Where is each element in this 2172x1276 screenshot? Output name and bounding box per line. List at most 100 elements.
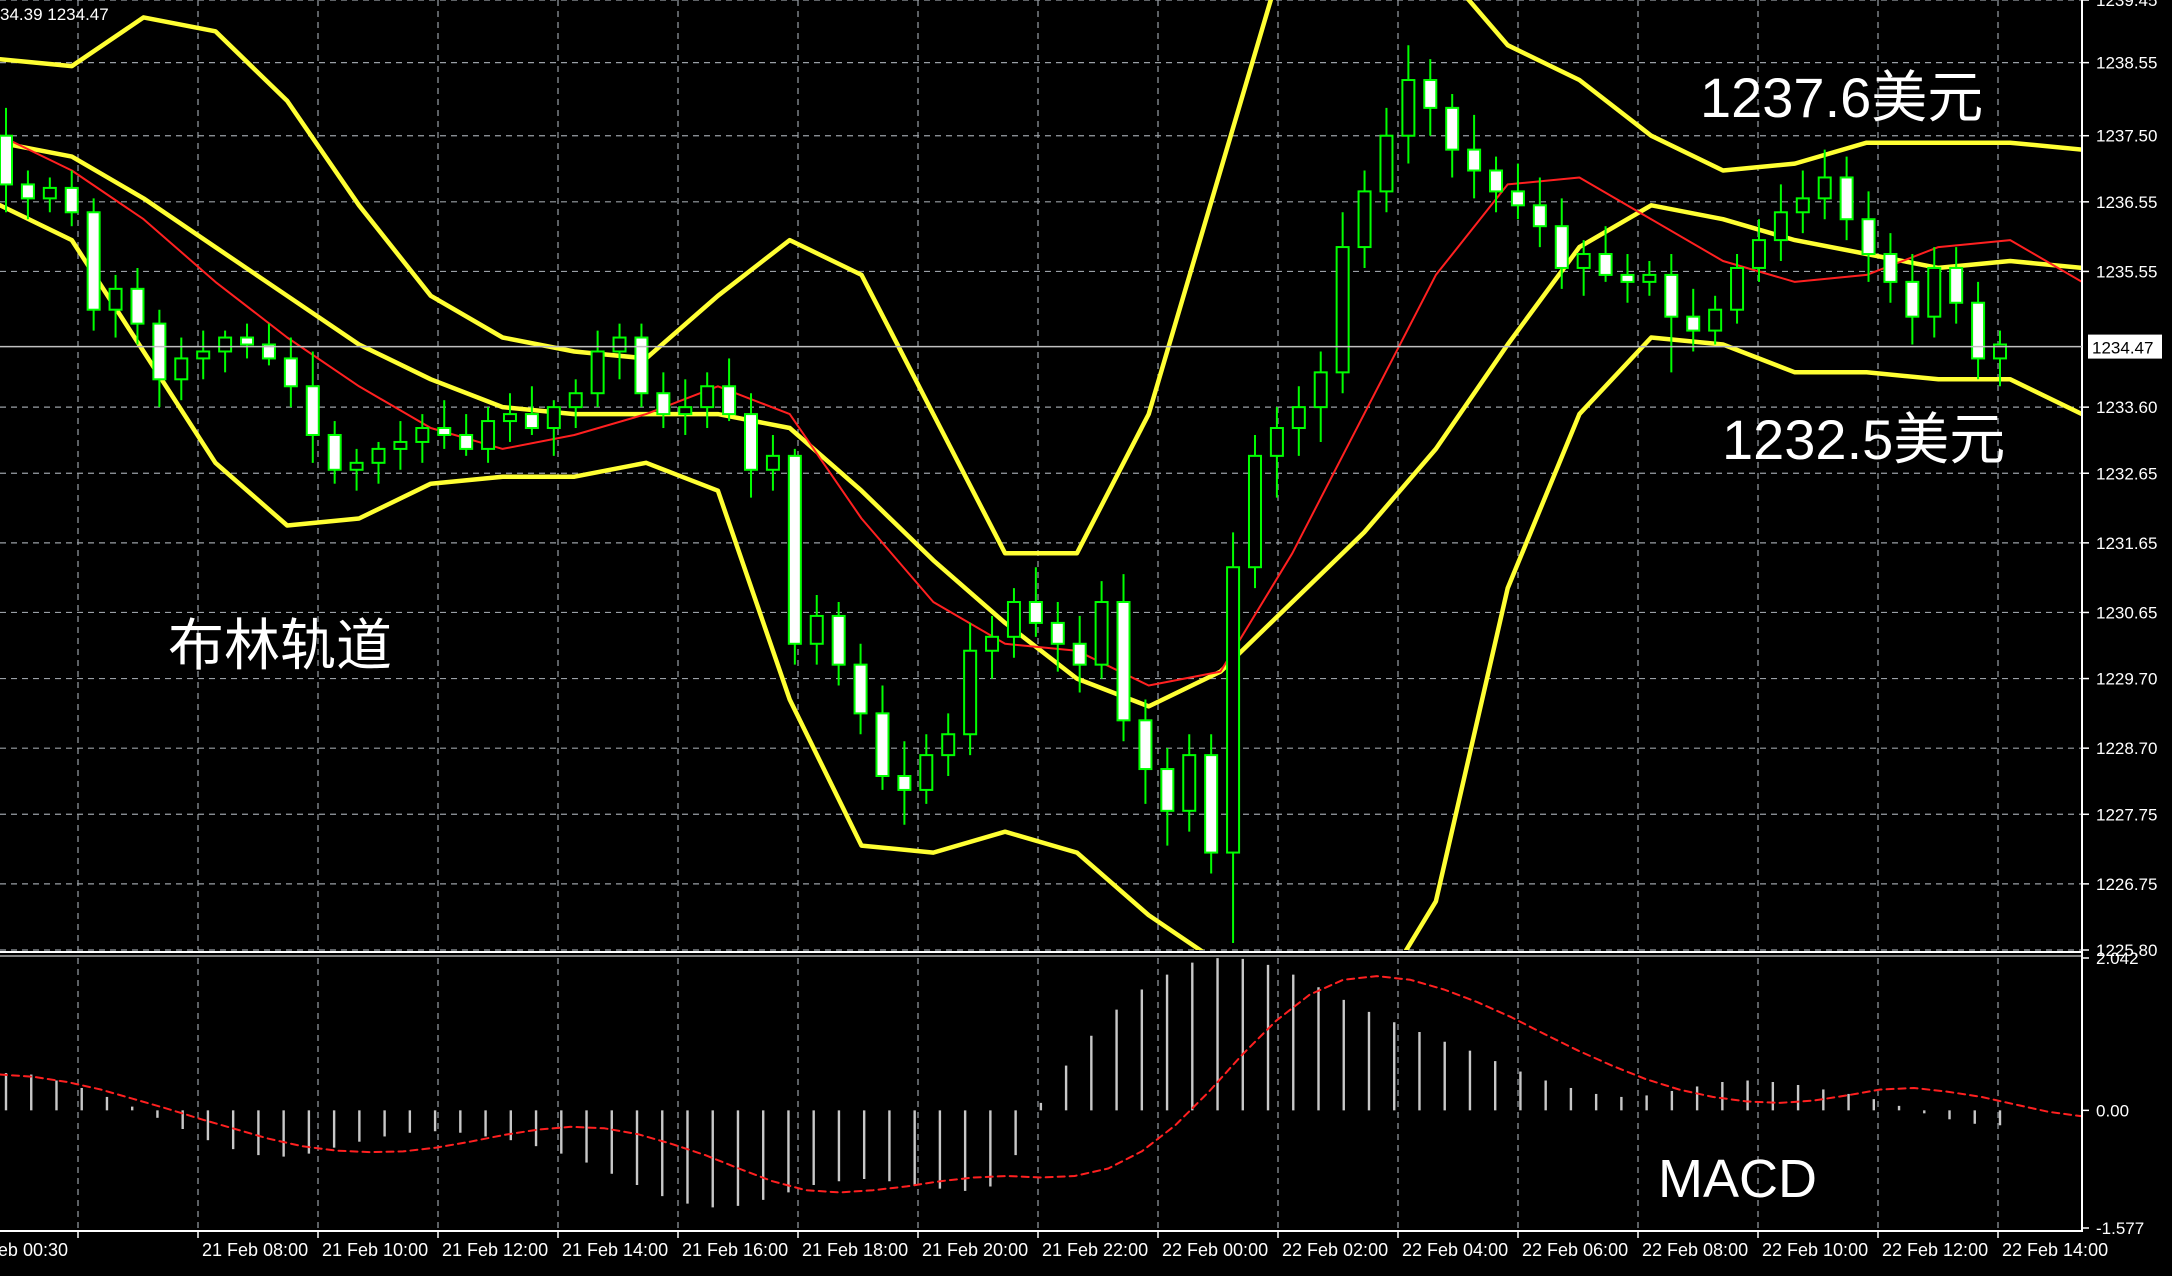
- candle-body: [1467, 148, 1482, 172]
- time-tick-label: 22 Feb 02:00: [1282, 1240, 1388, 1260]
- time-tick-label: 21 Feb 12:00: [442, 1240, 548, 1260]
- candle-body: [1576, 253, 1591, 269]
- candle-body: [1927, 266, 1942, 318]
- candle-body: [196, 350, 211, 360]
- time-tick-label: 22 Feb 10:00: [1762, 1240, 1868, 1260]
- price-tick-label: 1230.65: [2096, 603, 2157, 622]
- candle-body: [1445, 106, 1460, 151]
- candle-body: [1116, 601, 1131, 722]
- price-tick-label: 1226.75: [2096, 875, 2157, 894]
- candle-body: [86, 211, 101, 311]
- candle-body: [1949, 266, 1964, 304]
- candle-body: [283, 357, 298, 388]
- candle-body: [678, 406, 693, 416]
- candle-body: [787, 454, 802, 645]
- bollinger-label: 布林轨道: [168, 614, 392, 677]
- candle-body: [809, 614, 824, 645]
- candle-body: [1686, 315, 1701, 332]
- candle-body: [568, 392, 583, 409]
- price-tick-label: 1232.65: [2096, 464, 2157, 483]
- candle-body: [459, 433, 474, 450]
- candle-body: [1817, 176, 1832, 200]
- time-tick-label: 21 Feb 00:30: [0, 1240, 68, 1260]
- candle-body: [700, 385, 715, 409]
- time-tick-label: 22 Feb 06:00: [1522, 1240, 1628, 1260]
- candle-body: [481, 420, 496, 450]
- candle-body: [875, 712, 890, 778]
- candle-body: [64, 186, 79, 214]
- candle-body: [1532, 204, 1547, 228]
- candle-body: [744, 413, 759, 471]
- price-tick-label: 1237.50: [2096, 127, 2157, 146]
- candle-body: [765, 454, 780, 471]
- candle-body: [502, 413, 517, 423]
- price-tick-label: 1233.60: [2096, 398, 2157, 417]
- price-tick-label: 1235.55: [2096, 262, 2157, 281]
- candle-body: [1226, 566, 1241, 854]
- candle-body: [1620, 273, 1635, 283]
- price-tick-label: 1231.65: [2096, 534, 2157, 553]
- candle-body: [546, 406, 561, 430]
- macd-tick-label: -1.577: [2096, 1219, 2144, 1238]
- current-price-label: 1234.47: [2092, 339, 2153, 358]
- candle-body: [349, 461, 364, 471]
- candle-body: [174, 357, 189, 381]
- candle-body: [1883, 253, 1898, 283]
- candle-body: [108, 287, 123, 311]
- candle-body: [1401, 79, 1416, 137]
- candle-body: [1730, 266, 1745, 311]
- candle-body: [831, 614, 846, 666]
- candle-body: [218, 336, 233, 353]
- candle-body: [941, 733, 956, 757]
- price-tick-label: 1227.75: [2096, 805, 2157, 824]
- candle-body: [897, 775, 912, 791]
- candle-body: [656, 392, 671, 416]
- candle-body: [20, 183, 35, 200]
- macd-tick-label: 0.00: [2096, 1101, 2129, 1120]
- candle-body: [1379, 134, 1394, 193]
- time-tick-label: 21 Feb 16:00: [682, 1240, 788, 1260]
- candle-body: [1357, 190, 1372, 249]
- time-tick-label: 22 Feb 14:00: [2002, 1240, 2108, 1260]
- candle-body: [1554, 225, 1569, 269]
- time-tick-label: 21 Feb 22:00: [1042, 1240, 1148, 1260]
- candle-body: [1861, 218, 1876, 256]
- candle-body: [1642, 273, 1657, 283]
- macd-label: MACD: [1658, 1149, 1817, 1209]
- candle-body: [327, 433, 342, 471]
- candle-body: [1291, 406, 1306, 430]
- candle-body: [1313, 371, 1328, 409]
- header-price-text: 34.39 1234.47: [0, 5, 109, 24]
- candle-body: [1160, 768, 1175, 812]
- candle-body: [437, 427, 452, 436]
- candle-body: [612, 336, 627, 353]
- candle-body: [1708, 308, 1723, 332]
- candle-body: [1247, 454, 1262, 569]
- price-tick-label: 1239.45: [2096, 0, 2157, 10]
- candle-body: [985, 635, 1000, 652]
- candle-body: [1269, 427, 1284, 457]
- candle-body: [1028, 601, 1043, 624]
- candle-body: [590, 350, 605, 395]
- time-tick-label: 22 Feb 00:00: [1162, 1240, 1268, 1260]
- candle-body: [1795, 197, 1810, 214]
- candle-body: [130, 287, 145, 325]
- candle-body: [415, 427, 430, 443]
- price-tick-label: 1236.55: [2096, 193, 2157, 212]
- candle-body: [1335, 246, 1350, 374]
- time-tick-label: 22 Feb 12:00: [1882, 1240, 1988, 1260]
- candle-body: [1510, 190, 1525, 207]
- candle-body: [371, 447, 386, 464]
- candle-body: [42, 186, 57, 200]
- candle-body: [1072, 642, 1087, 666]
- candle-body: [240, 336, 255, 346]
- candle-body: [305, 385, 320, 436]
- candle-body: [1773, 211, 1788, 242]
- upper-price-annotation: 1237.6美元: [1700, 66, 1984, 129]
- candle-body: [1138, 719, 1153, 771]
- candle-body: [1489, 169, 1504, 193]
- time-tick-label: 21 Feb 14:00: [562, 1240, 668, 1260]
- candle-body: [0, 134, 13, 186]
- candle-body: [1905, 280, 1920, 318]
- candle-body: [1751, 239, 1766, 269]
